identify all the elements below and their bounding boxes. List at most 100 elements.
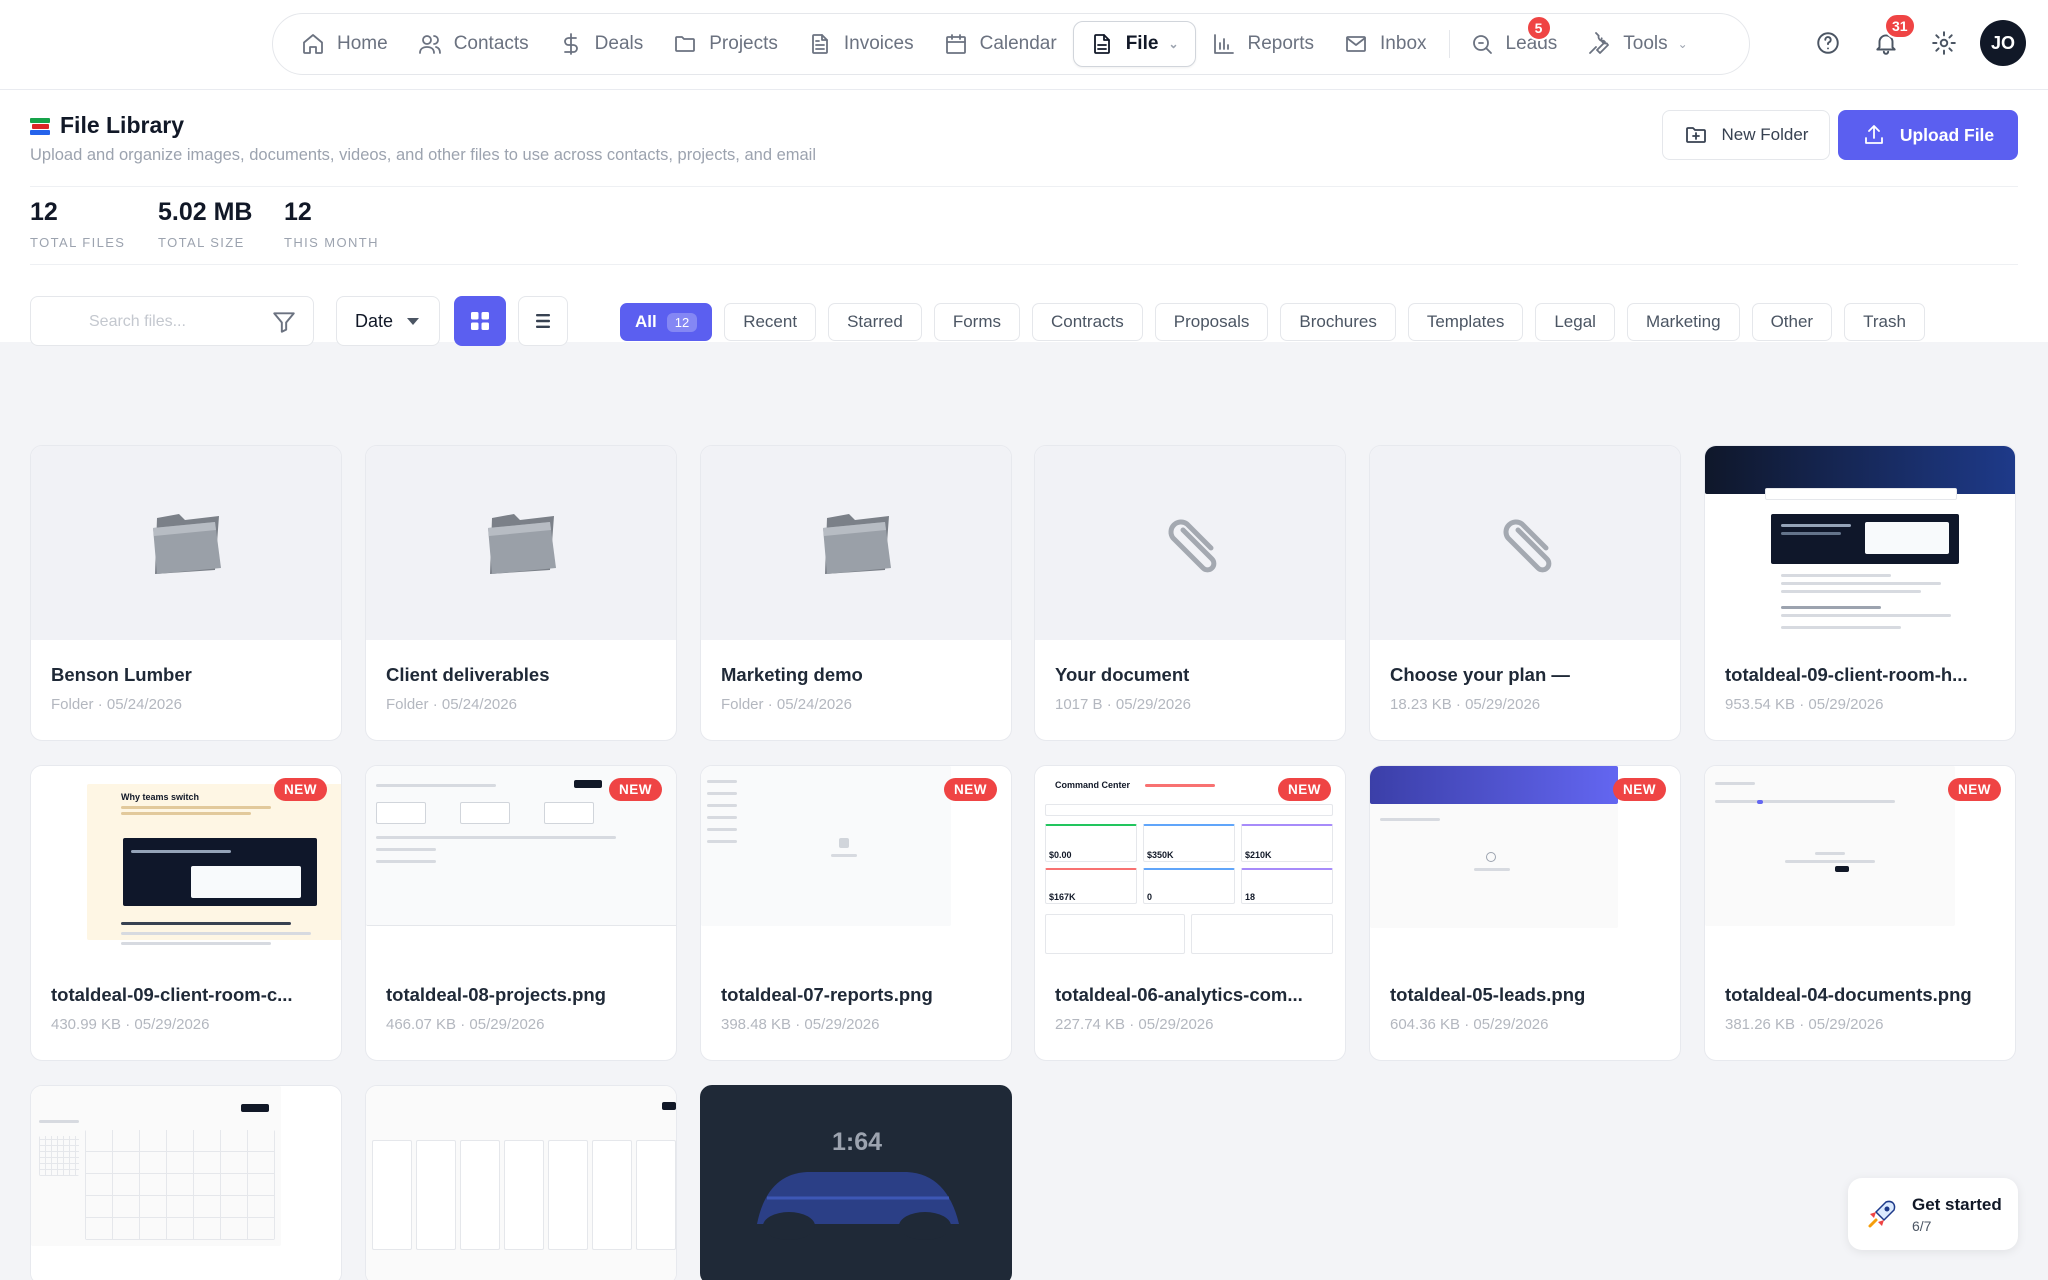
- search-icon: [1472, 35, 1492, 54]
- filter-chip-brochures[interactable]: Brochures: [1280, 303, 1396, 341]
- file-date: 05/29/2026: [134, 1016, 210, 1033]
- file-card-image[interactable]: NEW totaldeal-07-reports.png 398.48 KB ·…: [700, 765, 1012, 1061]
- stat-label: THIS MONTH: [284, 235, 379, 250]
- search-input[interactable]: Search files...: [30, 296, 314, 346]
- thumb-title: Command Center: [1055, 780, 1131, 790]
- file-name: Benson Lumber: [51, 664, 192, 685]
- filter-chip-legal[interactable]: Legal: [1535, 303, 1615, 341]
- file-size: 227.74 KB: [1055, 1016, 1126, 1033]
- avatar[interactable]: JO: [1980, 20, 2026, 66]
- thumb-column: [592, 1140, 632, 1250]
- filter-chip-starred[interactable]: Starred: [828, 303, 922, 341]
- search-placeholder: Search files...: [89, 313, 186, 330]
- thumb-line: [1781, 606, 1881, 609]
- filter-chip-all[interactable]: All 12: [620, 303, 713, 341]
- filter-icon[interactable]: [271, 309, 297, 335]
- nav-item-file[interactable]: File ⌄: [1072, 21, 1196, 67]
- nav-item-projects[interactable]: Projects: [659, 21, 792, 67]
- thumb-line: [707, 792, 737, 795]
- thumb-line: [121, 932, 311, 935]
- nav-item-leads[interactable]: Leads 5: [1456, 15, 1572, 67]
- thumb-metric-value: $210K: [1245, 850, 1272, 860]
- file-card-image[interactable]: Why teams switch NEW totaldeal-09-client…: [30, 765, 342, 1061]
- thumb-metric-value: $350K: [1147, 850, 1174, 860]
- thumb-line: [1715, 800, 1895, 803]
- file-date: 05/29/2026: [1808, 696, 1884, 713]
- file-size: 381.26 KB: [1725, 1016, 1796, 1033]
- file-card-document[interactable]: Your document 1017 B · 05/29/2026: [1034, 445, 1346, 741]
- filter-chip-proposals[interactable]: Proposals: [1154, 303, 1269, 341]
- notifications-badge: 31: [1884, 13, 1916, 39]
- folder-plus-icon: [1685, 127, 1706, 143]
- file-meta: 953.54 KB · 05/29/2026: [1725, 696, 1884, 713]
- thumb-line: [1781, 582, 1941, 585]
- file-size: 1017 B: [1055, 696, 1103, 713]
- image-thumbnail: [366, 1086, 676, 1280]
- leads-badge: 5: [1525, 15, 1552, 41]
- new-folder-button[interactable]: New Folder: [1662, 110, 1830, 160]
- file-card-image[interactable]: totaldeal-09-client-room-h... 953.54 KB …: [1704, 445, 2016, 741]
- paperclip-icon: [1168, 519, 1217, 573]
- nav-item-contacts[interactable]: Contacts: [404, 21, 543, 67]
- nav-item-home[interactable]: Home: [287, 21, 402, 67]
- filter-chip-other[interactable]: Other: [1751, 303, 1833, 341]
- get-started-progress: 6/7: [1912, 1217, 1932, 1234]
- thumb-line: [707, 780, 737, 783]
- calendar-icon: [945, 34, 966, 54]
- sort-label: Date: [355, 310, 394, 331]
- file-card-image[interactable]: NEW totaldeal-08-projects.png 466.07 KB …: [365, 765, 677, 1061]
- file-card-video[interactable]: 1:64: [700, 1085, 1012, 1280]
- nav-item-calendar[interactable]: Calendar: [930, 21, 1071, 67]
- filter-chip-contracts[interactable]: Contracts: [1032, 303, 1143, 341]
- thumb-metric-value: $167K: [1049, 892, 1076, 902]
- nav-item-reports[interactable]: Reports: [1198, 21, 1329, 67]
- grid-view-button[interactable]: [454, 296, 506, 346]
- upload-file-button[interactable]: Upload File: [1838, 110, 2018, 160]
- home-icon: [303, 34, 323, 54]
- filter-chip-forms[interactable]: Forms: [933, 303, 1020, 341]
- file-card-image[interactable]: Command Center $0.00 $350K $210K $167K 0…: [1034, 765, 1346, 1061]
- file-card-image[interactable]: [365, 1085, 677, 1280]
- thumb-line: [131, 850, 231, 853]
- nav-item-label: File: [1125, 33, 1159, 54]
- settings-button[interactable]: [1922, 21, 1966, 65]
- filter-chip-recent[interactable]: Recent: [724, 303, 817, 341]
- file-card-folder[interactable]: Marketing demo Folder · 05/24/2026: [700, 445, 1012, 741]
- nav-item-tools[interactable]: Tools ⌄: [1573, 21, 1701, 67]
- nav-item-inbox[interactable]: Inbox: [1330, 21, 1440, 67]
- image-thumbnail: [31, 1086, 341, 1280]
- stat-this-month: 12 THIS MONTH: [284, 198, 379, 250]
- sort-dropdown[interactable]: Date: [336, 296, 440, 346]
- list-view-button[interactable]: [518, 296, 568, 346]
- file-card-folder[interactable]: Client deliverables Folder · 05/24/2026: [365, 445, 677, 741]
- thumb-search: [1045, 804, 1333, 816]
- nav-item-invoices[interactable]: Invoices: [794, 21, 928, 67]
- file-name: totaldeal-05-leads.png: [1390, 984, 1586, 1005]
- nav-divider: [1448, 30, 1450, 58]
- nav-item-label: Reports: [1247, 33, 1315, 54]
- mail-icon: [1346, 36, 1366, 52]
- file-card-image[interactable]: [30, 1085, 342, 1280]
- file-card-image[interactable]: NEW totaldeal-05-leads.png 604.36 KB · 0…: [1369, 765, 1681, 1061]
- notifications-button[interactable]: 31: [1864, 13, 1916, 65]
- wrench-icon: [1589, 32, 1610, 54]
- upload-file-label: Upload File: [1899, 124, 1995, 145]
- help-button[interactable]: [1806, 21, 1850, 65]
- filter-chip-marketing[interactable]: Marketing: [1626, 303, 1740, 341]
- file-card-folder[interactable]: Benson Lumber Folder · 05/24/2026: [30, 445, 342, 741]
- file-card-image[interactable]: NEW totaldeal-04-documents.png 381.26 KB…: [1704, 765, 2016, 1061]
- page-title: File Library: [30, 112, 184, 139]
- thumb-panel: [1191, 914, 1333, 954]
- thumb-line: [1781, 574, 1891, 577]
- folder-icon: [488, 514, 556, 574]
- filter-chip-templates[interactable]: Templates: [1407, 303, 1524, 341]
- upload-icon: [1864, 125, 1883, 144]
- get-started-widget[interactable]: Get started 6/7: [1848, 1178, 2018, 1250]
- new-badge: NEW: [1278, 778, 1331, 801]
- thumb-line: [1474, 868, 1510, 871]
- thumb-line: [1781, 590, 1921, 593]
- nav-item-deals[interactable]: Deals: [545, 21, 658, 67]
- thumb-line: [376, 836, 616, 839]
- filter-chip-trash[interactable]: Trash: [1844, 303, 1925, 341]
- file-card-document[interactable]: Choose your plan — 18.23 KB · 05/29/2026: [1369, 445, 1681, 741]
